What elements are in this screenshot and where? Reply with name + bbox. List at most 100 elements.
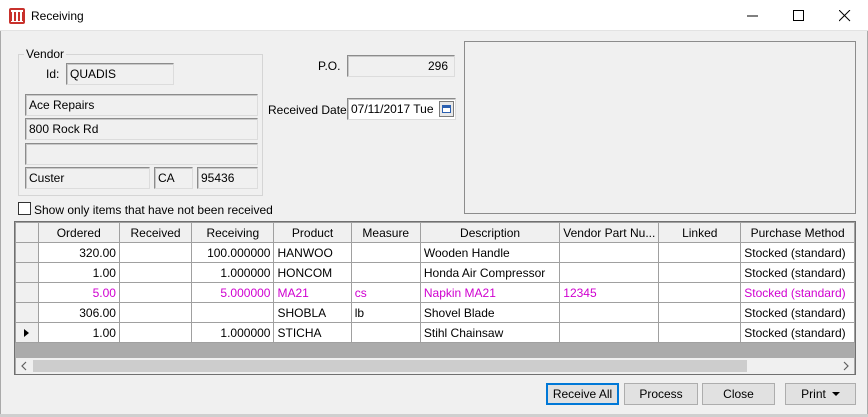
cell-received[interactable] <box>118 282 193 303</box>
cell-product[interactable]: HONCOM <box>273 262 352 283</box>
date-picker-button[interactable] <box>439 101 454 117</box>
scrollbar-thumb[interactable] <box>33 360 747 372</box>
app-icon <box>9 8 25 24</box>
vendor-city-field[interactable]: Custer <box>25 167 150 189</box>
cell-receiving[interactable]: 100.000000 <box>191 242 275 263</box>
cell-description[interactable]: Wooden Handle <box>419 242 561 263</box>
table-row[interactable]: 1.00 1.000000 HONCOM Honda Air Compresso… <box>15 262 855 283</box>
minimize-button[interactable] <box>730 0 776 31</box>
cell-ordered[interactable]: 320.00 <box>37 242 120 263</box>
cell-linked[interactable] <box>658 282 742 303</box>
cell-purchase-method[interactable]: Stocked (standard) <box>740 302 855 323</box>
cell-vendor-part[interactable] <box>559 262 660 283</box>
cell-measure[interactable] <box>350 322 421 343</box>
col-header-ordered[interactable]: Ordered <box>37 222 120 243</box>
cell-receiving[interactable]: 5.000000 <box>191 282 275 303</box>
table-row[interactable]: 306.00 SHOBLA lb Shovel Blade Stocked (s… <box>15 302 855 323</box>
vendor-name-field[interactable]: Ace Repairs <box>25 94 258 116</box>
show-unreceived-checkbox[interactable] <box>18 202 31 215</box>
vendor-address1-field[interactable]: 800 Rock Rd <box>25 118 258 140</box>
cell-linked[interactable] <box>658 242 742 263</box>
cell-ordered[interactable]: 306.00 <box>37 302 120 323</box>
po-field[interactable]: 296 <box>347 55 455 77</box>
print-button-label: Print <box>801 387 826 401</box>
col-header-vendor-part[interactable]: Vendor Part Nu... <box>559 222 660 243</box>
notes-panel <box>464 41 856 214</box>
vendor-state-field[interactable]: CA <box>154 167 193 189</box>
cell-receiving[interactable] <box>191 302 275 323</box>
close-window-button[interactable] <box>822 0 868 31</box>
calendar-icon <box>442 105 451 113</box>
col-header-receiving[interactable]: Receiving <box>191 222 275 243</box>
cell-purchase-method[interactable]: Stocked (standard) <box>740 242 855 263</box>
cell-linked[interactable] <box>658 262 742 283</box>
table-row[interactable]: 1.00 1.000000 STICHA Stihl Chainsaw Stoc… <box>15 322 855 343</box>
col-header-received[interactable]: Received <box>118 222 193 243</box>
col-header-product[interactable]: Product <box>273 222 352 243</box>
cell-description[interactable]: Napkin MA21 <box>419 282 561 303</box>
table-row[interactable]: 5.00 5.000000 MA21 cs Napkin MA21 12345 … <box>15 282 855 303</box>
scroll-right-button[interactable] <box>838 358 854 374</box>
cell-receiving[interactable]: 1.000000 <box>191 262 275 283</box>
chevron-right-icon <box>843 361 849 371</box>
cell-purchase-method[interactable]: Stocked (standard) <box>740 262 855 283</box>
cell-purchase-method[interactable]: Stocked (standard) <box>740 322 855 343</box>
row-selector[interactable] <box>15 242 39 263</box>
vendor-zip-field[interactable]: 95436 <box>197 167 258 189</box>
vendor-id-field[interactable]: QUADIS <box>66 63 174 85</box>
col-header-description[interactable]: Description <box>419 222 561 243</box>
cell-ordered[interactable]: 1.00 <box>37 322 120 343</box>
process-button[interactable]: Process <box>624 383 698 405</box>
vendor-group-label: Vendor <box>24 47 67 61</box>
cell-measure[interactable]: lb <box>350 302 421 323</box>
col-header-purchase-method[interactable]: Purchase Method <box>740 222 855 243</box>
title-bar: Receiving <box>0 0 868 31</box>
cell-ordered[interactable]: 5.00 <box>37 282 120 303</box>
col-header-linked[interactable]: Linked <box>658 222 742 243</box>
cell-product[interactable]: HANWOO <box>273 242 352 263</box>
cell-received[interactable] <box>118 262 193 283</box>
cell-measure[interactable] <box>350 242 421 263</box>
row-selector[interactable] <box>15 302 39 323</box>
scroll-left-button[interactable] <box>16 358 32 374</box>
horizontal-scrollbar[interactable] <box>16 358 854 374</box>
cell-vendor-part[interactable] <box>559 242 660 263</box>
cell-product[interactable]: SHOBLA <box>273 302 352 323</box>
cell-vendor-part[interactable] <box>559 322 660 343</box>
row-selector-current[interactable] <box>15 322 39 343</box>
print-button[interactable]: Print <box>785 383 856 405</box>
cell-measure[interactable]: cs <box>350 282 421 303</box>
cell-linked[interactable] <box>658 322 742 343</box>
receiving-grid[interactable]: Ordered Received Receiving Product Measu… <box>14 221 856 375</box>
cell-product[interactable]: STICHA <box>273 322 352 343</box>
row-selector[interactable] <box>15 262 39 283</box>
row-selector[interactable] <box>15 282 39 303</box>
window-title: Receiving <box>31 9 84 23</box>
maximize-button[interactable] <box>776 0 822 31</box>
current-row-arrow-icon <box>24 328 29 337</box>
cell-measure[interactable] <box>350 262 421 283</box>
close-button[interactable]: Close <box>702 383 775 405</box>
cell-received[interactable] <box>118 322 193 343</box>
cell-linked[interactable] <box>658 302 742 323</box>
cell-vendor-part[interactable]: 12345 <box>559 282 660 303</box>
cell-received[interactable] <box>118 302 193 323</box>
cell-description[interactable]: Shovel Blade <box>419 302 561 323</box>
col-header-measure[interactable]: Measure <box>350 222 421 243</box>
vendor-address2-field[interactable] <box>25 143 258 165</box>
minimize-icon <box>747 15 758 17</box>
cell-description[interactable]: Stihl Chainsaw <box>419 322 561 343</box>
table-row[interactable]: 320.00 100.000000 HANWOO Wooden Handle S… <box>15 242 855 263</box>
cell-receiving[interactable]: 1.000000 <box>191 322 275 343</box>
cell-received[interactable] <box>118 242 193 263</box>
cell-vendor-part[interactable] <box>559 302 660 323</box>
cell-purchase-method[interactable]: Stocked (standard) <box>740 282 855 303</box>
cell-ordered[interactable]: 1.00 <box>37 262 120 283</box>
cell-product[interactable]: MA21 <box>273 282 352 303</box>
receiving-table: Ordered Received Receiving Product Measu… <box>15 222 855 343</box>
chevron-left-icon <box>21 361 27 371</box>
grid-corner <box>15 222 39 243</box>
receive-all-button[interactable]: Receive All <box>546 383 619 405</box>
maximize-icon <box>793 10 804 21</box>
cell-description[interactable]: Honda Air Compressor <box>419 262 561 283</box>
